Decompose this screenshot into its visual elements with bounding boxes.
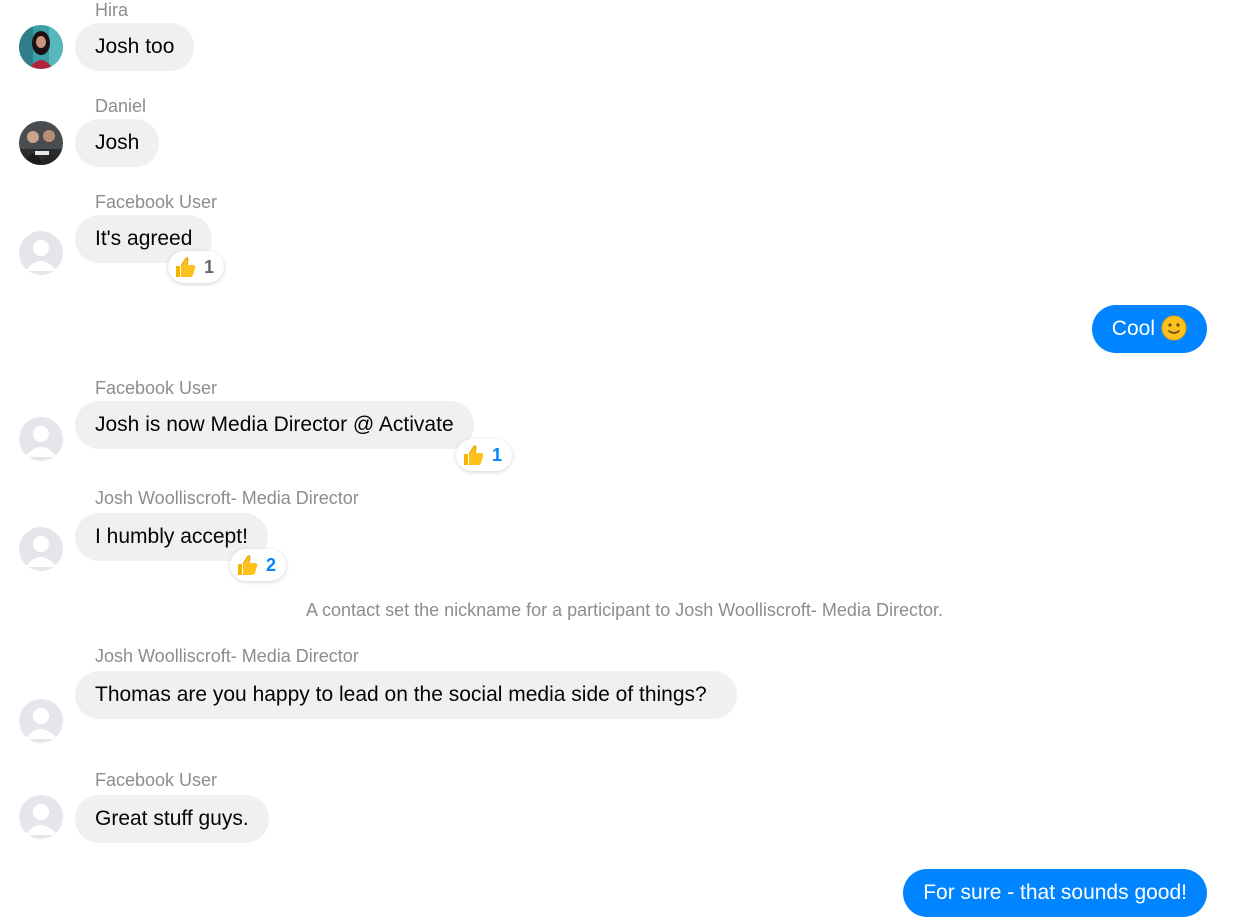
default-user-icon: [19, 527, 63, 571]
message-bubble[interactable]: Josh: [75, 119, 160, 167]
reaction-count: 1: [204, 256, 215, 277]
reaction-badge[interactable]: 1: [456, 439, 513, 471]
default-user-icon: [19, 417, 63, 461]
sender-name: Hira: [95, 0, 129, 20]
message-bubble[interactable]: Great stuff guys.: [75, 795, 269, 843]
message-bubble-outgoing[interactable]: For sure - that sounds good!: [903, 869, 1207, 917]
avatar[interactable]: [19, 527, 63, 571]
sender-name: Facebook User: [95, 192, 218, 212]
message-bubble[interactable]: Thomas are you happy to lead on the soci…: [75, 671, 737, 719]
sender-name: Facebook User: [95, 770, 218, 790]
default-user-icon: [19, 795, 63, 839]
avatar[interactable]: [19, 417, 63, 461]
sender-name: Daniel: [95, 96, 147, 116]
sender-name: Facebook User: [95, 378, 218, 398]
sender-name: Josh Woolliscroft- Media Director: [95, 646, 359, 666]
message-bubble-outgoing[interactable]: Cool: [1091, 305, 1207, 353]
sender-name: Josh Woolliscroft- Media Director: [95, 488, 359, 508]
avatar[interactable]: [19, 121, 63, 165]
system-notice: A contact set the nickname for a partici…: [306, 600, 943, 620]
message-bubble[interactable]: Josh too: [75, 23, 195, 71]
reaction-badge[interactable]: 2: [230, 549, 287, 581]
avatar[interactable]: [19, 795, 63, 839]
thumbs-up-icon: [460, 442, 486, 468]
avatar[interactable]: [19, 231, 63, 275]
message-bubble[interactable]: Josh is now Media Director @ Activate: [75, 401, 474, 449]
thumbs-up-icon: [172, 254, 198, 280]
reaction-count: 1: [492, 444, 503, 465]
reaction-badge[interactable]: 1: [168, 251, 225, 283]
avatar-photo-icon: [19, 25, 63, 69]
avatar-photo-icon: [19, 121, 63, 165]
avatar[interactable]: [19, 25, 63, 69]
reaction-count: 2: [266, 554, 277, 575]
default-user-icon: [19, 231, 63, 275]
thumbs-up-icon: [234, 552, 260, 578]
message-text: Cool: [1111, 317, 1155, 340]
slightly-smiling-face-icon: [1161, 315, 1187, 341]
default-user-icon: [19, 699, 63, 743]
avatar[interactable]: [19, 699, 63, 743]
